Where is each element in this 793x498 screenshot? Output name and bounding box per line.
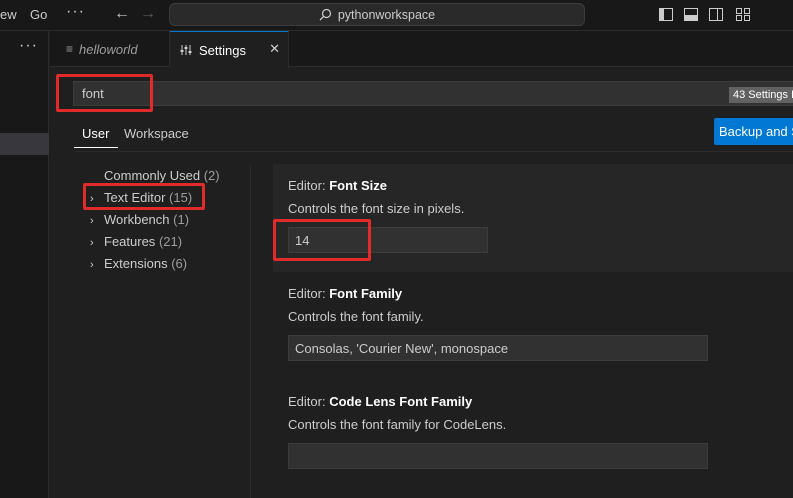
setting-category: Editor:	[288, 394, 326, 409]
code-lens-font-family-input[interactable]	[288, 443, 708, 469]
toggle-panel-icon[interactable]	[684, 8, 698, 21]
setting-description: Controls the font size in pixels.	[288, 201, 465, 216]
annotation-box-font-size	[273, 219, 371, 261]
chevron-right-icon: ›	[90, 215, 94, 227]
toggle-primary-sidebar-icon[interactable]	[659, 8, 673, 21]
toc-count: (2)	[203, 168, 220, 183]
tab-settings[interactable]: Settings ✕	[170, 31, 289, 68]
title-bar: ew Go ··· ← → pythonworkspace	[0, 0, 793, 31]
setting-name: Font Family	[329, 286, 403, 301]
command-center-search[interactable]: pythonworkspace	[169, 3, 585, 26]
toc-label: Workbench	[104, 212, 170, 227]
search-icon	[319, 8, 331, 21]
toc-count: (1)	[173, 212, 190, 227]
chevron-right-icon: ›	[90, 237, 94, 249]
setting-title-font-size: Editor: Font Size	[288, 178, 387, 193]
forward-arrow-icon[interactable]: →	[140, 5, 156, 23]
toc-label: Features	[104, 234, 156, 249]
toc-count: (6)	[171, 256, 188, 271]
setting-description: Controls the font family.	[288, 309, 424, 324]
tab-label: helloworld	[79, 41, 138, 57]
editor-tabs: ≡ helloworld Settings ✕	[50, 31, 793, 68]
setting-category: Editor:	[288, 178, 326, 193]
menu-view[interactable]: ew	[0, 7, 17, 22]
toc-divider	[250, 165, 251, 498]
toc-item-extensions[interactable]: › Extensions (6)	[90, 256, 187, 271]
sidebar-more-icon[interactable]: ···	[19, 37, 38, 55]
toggle-secondary-sidebar-icon[interactable]	[709, 8, 723, 21]
close-icon[interactable]: ✕	[269, 41, 280, 57]
scope-divider	[74, 151, 793, 152]
toc-label: Commonly Used	[104, 168, 201, 183]
settings-sliders-icon	[180, 45, 192, 55]
backup-and-sync-button[interactable]: Backup and S	[714, 118, 793, 145]
toc-count: (21)	[158, 234, 183, 249]
active-scope-indicator	[74, 147, 118, 148]
back-arrow-icon[interactable]: ←	[114, 5, 130, 23]
file-icon: ≡	[66, 42, 74, 56]
sidebar-selected-row[interactable]	[0, 133, 49, 155]
tab-label: Settings	[199, 42, 246, 58]
tab-user-settings[interactable]: User	[82, 126, 109, 141]
settings-results-count: 43 Settings F	[729, 87, 793, 103]
setting-category: Editor:	[288, 286, 326, 301]
tab-workspace-settings[interactable]: Workspace	[124, 126, 189, 141]
setting-title-code-lens-font-family: Editor: Code Lens Font Family	[288, 394, 472, 409]
toc-label: Extensions	[104, 256, 168, 271]
annotation-box-text-editor	[83, 183, 205, 210]
setting-name: Font Size	[329, 178, 387, 193]
annotation-box-search	[56, 74, 153, 112]
customize-layout-icon[interactable]	[736, 8, 750, 21]
toc-item-features[interactable]: › Features (21)	[90, 234, 182, 249]
menu-go[interactable]: Go	[30, 7, 47, 22]
setting-title-font-family: Editor: Font Family	[288, 286, 402, 301]
tab-helloworld[interactable]: ≡ helloworld	[50, 31, 170, 67]
command-center-label: pythonworkspace	[337, 7, 436, 22]
sidebar: ···	[0, 31, 49, 498]
settings-search-input[interactable]	[73, 81, 793, 106]
setting-name: Code Lens Font Family	[329, 394, 473, 409]
chevron-right-icon: ›	[90, 259, 94, 271]
toc-item-workbench[interactable]: › Workbench (1)	[90, 212, 189, 227]
toc-item-commonly-used[interactable]: Commonly Used (2)	[90, 168, 220, 183]
font-family-input[interactable]	[288, 335, 708, 361]
setting-description: Controls the font family for CodeLens.	[288, 417, 507, 432]
menu-more-icon[interactable]: ···	[66, 3, 85, 21]
